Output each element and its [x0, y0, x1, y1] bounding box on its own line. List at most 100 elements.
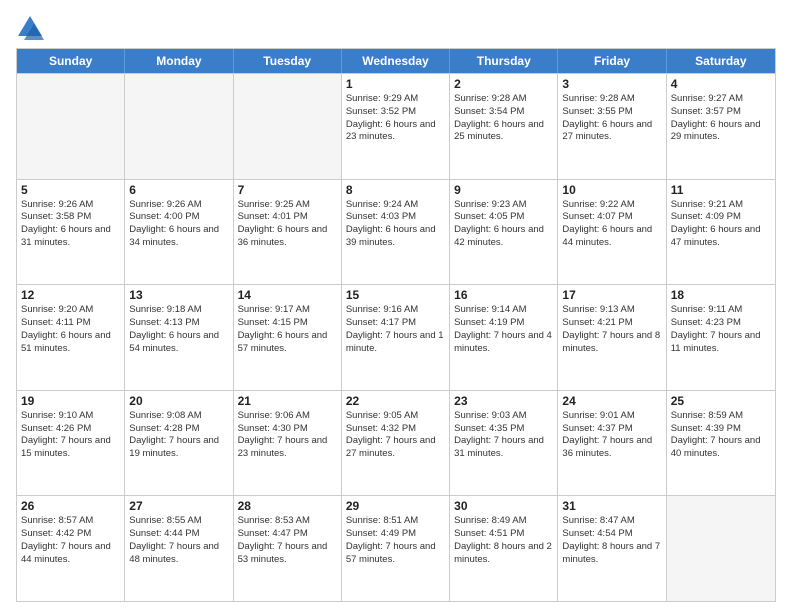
day-number: 14	[238, 288, 337, 302]
calendar-cell: 5 Sunrise: 9:26 AM Sunset: 3:58 PM Daylig…	[17, 180, 125, 285]
calendar-cell: 15Sunrise: 9:16 AM Sunset: 4:17 PM Dayli…	[342, 285, 450, 390]
calendar-row-2: 12Sunrise: 9:20 AM Sunset: 4:11 PM Dayli…	[17, 284, 775, 390]
cell-info: Sunrise: 9:14 AM Sunset: 4:19 PM Dayligh…	[454, 304, 553, 355]
weekday-header-tuesday: Tuesday	[234, 49, 342, 73]
calendar-row-4: 26 Sunrise: 8:57 AM Sunset: 4:42 PM Dayli…	[17, 495, 775, 601]
weekday-header-wednesday: Wednesday	[342, 49, 450, 73]
weekday-header-thursday: Thursday	[450, 49, 558, 73]
calendar-cell	[125, 74, 233, 179]
calendar-cell: 23 Sunrise: 9:03 AM Sunset: 4:35 PM Dayli…	[450, 391, 558, 496]
cell-info: Sunrise: 9:05 AM Sunset: 4:32 PM Dayligh…	[346, 410, 445, 461]
day-number: 11	[671, 183, 771, 197]
cell-info: Sunrise: 9:01 AM Sunset: 4:37 PM Dayligh…	[562, 410, 661, 461]
day-number: 7	[238, 183, 337, 197]
calendar-cell: 16Sunrise: 9:14 AM Sunset: 4:19 PM Dayli…	[450, 285, 558, 390]
weekday-header-friday: Friday	[558, 49, 666, 73]
calendar-cell: 6Sunrise: 9:26 AM Sunset: 4:00 PM Daylig…	[125, 180, 233, 285]
calendar-header: SundayMondayTuesdayWednesdayThursdayFrid…	[17, 49, 775, 73]
page: SundayMondayTuesdayWednesdayThursdayFrid…	[0, 0, 792, 612]
day-number: 5	[21, 183, 120, 197]
calendar-cell: 21 Sunrise: 9:06 AM Sunset: 4:30 PM Dayli…	[234, 391, 342, 496]
day-number: 31	[562, 499, 661, 513]
day-number: 2	[454, 77, 553, 91]
day-number: 30	[454, 499, 553, 513]
day-number: 25	[671, 394, 771, 408]
logo	[16, 14, 46, 42]
calendar-cell: 29Sunrise: 8:51 AM Sunset: 4:49 PM Dayli…	[342, 496, 450, 601]
logo-icon	[16, 14, 44, 42]
day-number: 18	[671, 288, 771, 302]
day-number: 12	[21, 288, 120, 302]
calendar-row-1: 5 Sunrise: 9:26 AM Sunset: 3:58 PM Daylig…	[17, 179, 775, 285]
day-number: 28	[238, 499, 337, 513]
calendar-cell	[667, 496, 775, 601]
cell-info: Sunrise: 9:03 AM Sunset: 4:35 PM Dayligh…	[454, 410, 553, 461]
day-number: 4	[671, 77, 771, 91]
calendar-cell: 7Sunrise: 9:25 AM Sunset: 4:01 PM Daylig…	[234, 180, 342, 285]
day-number: 3	[562, 77, 661, 91]
cell-info: Sunrise: 8:49 AM Sunset: 4:51 PM Dayligh…	[454, 515, 553, 566]
weekday-header-sunday: Sunday	[17, 49, 125, 73]
day-number: 24	[562, 394, 661, 408]
cell-info: Sunrise: 9:29 AM Sunset: 3:52 PM Dayligh…	[346, 93, 445, 144]
day-number: 8	[346, 183, 445, 197]
cell-info: Sunrise: 9:26 AM Sunset: 3:58 PM Dayligh…	[21, 199, 120, 250]
calendar-cell: 20 Sunrise: 9:08 AM Sunset: 4:28 PM Dayli…	[125, 391, 233, 496]
day-number: 23	[454, 394, 553, 408]
calendar-body: 1Sunrise: 9:29 AM Sunset: 3:52 PM Daylig…	[17, 73, 775, 601]
calendar-cell: 3 Sunrise: 9:28 AM Sunset: 3:55 PM Daylig…	[558, 74, 666, 179]
calendar-cell: 2 Sunrise: 9:28 AM Sunset: 3:54 PM Daylig…	[450, 74, 558, 179]
day-number: 19	[21, 394, 120, 408]
weekday-header-saturday: Saturday	[667, 49, 775, 73]
calendar-cell: 25Sunrise: 8:59 AM Sunset: 4:39 PM Dayli…	[667, 391, 775, 496]
day-number: 9	[454, 183, 553, 197]
calendar-cell: 12Sunrise: 9:20 AM Sunset: 4:11 PM Dayli…	[17, 285, 125, 390]
cell-info: Sunrise: 8:55 AM Sunset: 4:44 PM Dayligh…	[129, 515, 228, 566]
calendar-cell: 26 Sunrise: 8:57 AM Sunset: 4:42 PM Dayli…	[17, 496, 125, 601]
calendar-cell: 24 Sunrise: 9:01 AM Sunset: 4:37 PM Dayli…	[558, 391, 666, 496]
calendar-cell: 4 Sunrise: 9:27 AM Sunset: 3:57 PM Daylig…	[667, 74, 775, 179]
cell-info: Sunrise: 8:47 AM Sunset: 4:54 PM Dayligh…	[562, 515, 661, 566]
calendar-cell: 10 Sunrise: 9:22 AM Sunset: 4:07 PM Dayli…	[558, 180, 666, 285]
cell-info: Sunrise: 9:26 AM Sunset: 4:00 PM Dayligh…	[129, 199, 228, 250]
day-number: 10	[562, 183, 661, 197]
cell-info: Sunrise: 9:13 AM Sunset: 4:21 PM Dayligh…	[562, 304, 661, 355]
cell-info: Sunrise: 9:18 AM Sunset: 4:13 PM Dayligh…	[129, 304, 228, 355]
calendar-cell	[17, 74, 125, 179]
day-number: 29	[346, 499, 445, 513]
calendar-cell: 9 Sunrise: 9:23 AM Sunset: 4:05 PM Daylig…	[450, 180, 558, 285]
cell-info: Sunrise: 9:16 AM Sunset: 4:17 PM Dayligh…	[346, 304, 445, 355]
header	[16, 10, 776, 42]
cell-info: Sunrise: 9:23 AM Sunset: 4:05 PM Dayligh…	[454, 199, 553, 250]
calendar-cell: 17Sunrise: 9:13 AM Sunset: 4:21 PM Dayli…	[558, 285, 666, 390]
calendar-cell: 11 Sunrise: 9:21 AM Sunset: 4:09 PM Dayli…	[667, 180, 775, 285]
weekday-header-monday: Monday	[125, 49, 233, 73]
day-number: 26	[21, 499, 120, 513]
calendar-cell: 22 Sunrise: 9:05 AM Sunset: 4:32 PM Dayli…	[342, 391, 450, 496]
cell-info: Sunrise: 9:28 AM Sunset: 3:55 PM Dayligh…	[562, 93, 661, 144]
cell-info: Sunrise: 9:24 AM Sunset: 4:03 PM Dayligh…	[346, 199, 445, 250]
day-number: 21	[238, 394, 337, 408]
calendar-cell: 27 Sunrise: 8:55 AM Sunset: 4:44 PM Dayli…	[125, 496, 233, 601]
cell-info: Sunrise: 9:06 AM Sunset: 4:30 PM Dayligh…	[238, 410, 337, 461]
calendar-cell: 14 Sunrise: 9:17 AM Sunset: 4:15 PM Dayli…	[234, 285, 342, 390]
cell-info: Sunrise: 9:10 AM Sunset: 4:26 PM Dayligh…	[21, 410, 120, 461]
cell-info: Sunrise: 9:08 AM Sunset: 4:28 PM Dayligh…	[129, 410, 228, 461]
calendar-cell: 28Sunrise: 8:53 AM Sunset: 4:47 PM Dayli…	[234, 496, 342, 601]
day-number: 27	[129, 499, 228, 513]
day-number: 20	[129, 394, 228, 408]
cell-info: Sunrise: 8:57 AM Sunset: 4:42 PM Dayligh…	[21, 515, 120, 566]
day-number: 13	[129, 288, 228, 302]
calendar: SundayMondayTuesdayWednesdayThursdayFrid…	[16, 48, 776, 602]
cell-info: Sunrise: 9:22 AM Sunset: 4:07 PM Dayligh…	[562, 199, 661, 250]
day-number: 22	[346, 394, 445, 408]
calendar-cell: 18 Sunrise: 9:11 AM Sunset: 4:23 PM Dayli…	[667, 285, 775, 390]
calendar-cell: 30 Sunrise: 8:49 AM Sunset: 4:51 PM Dayli…	[450, 496, 558, 601]
calendar-cell: 13 Sunrise: 9:18 AM Sunset: 4:13 PM Dayli…	[125, 285, 233, 390]
calendar-row-3: 19 Sunrise: 9:10 AM Sunset: 4:26 PM Dayli…	[17, 390, 775, 496]
cell-info: Sunrise: 9:27 AM Sunset: 3:57 PM Dayligh…	[671, 93, 771, 144]
cell-info: Sunrise: 9:17 AM Sunset: 4:15 PM Dayligh…	[238, 304, 337, 355]
cell-info: Sunrise: 9:28 AM Sunset: 3:54 PM Dayligh…	[454, 93, 553, 144]
cell-info: Sunrise: 9:11 AM Sunset: 4:23 PM Dayligh…	[671, 304, 771, 355]
cell-info: Sunrise: 9:21 AM Sunset: 4:09 PM Dayligh…	[671, 199, 771, 250]
